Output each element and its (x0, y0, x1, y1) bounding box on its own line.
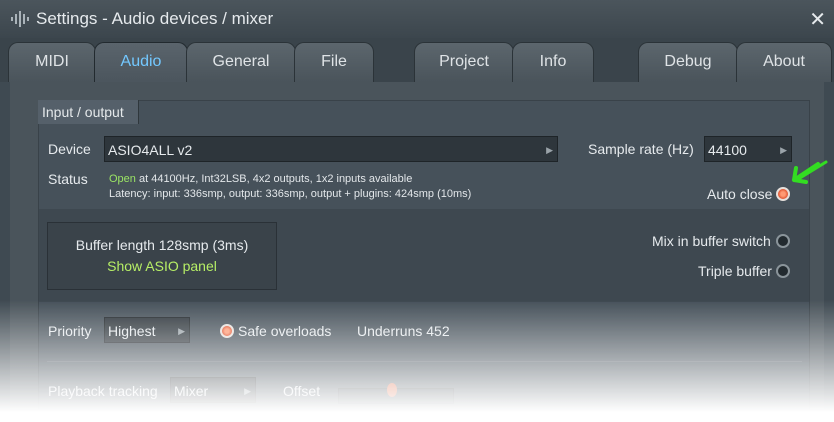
sample-rate-dropdown[interactable]: 44100 ▶ (704, 136, 792, 162)
dropdown-arrow-icon: ▶ (178, 326, 185, 336)
dropdown-arrow-icon: ▶ (546, 145, 553, 155)
tab-midi[interactable]: MIDI (8, 42, 96, 82)
safe-overloads-toggle[interactable] (220, 324, 234, 338)
settings-content: Input / output Device ASIO4ALL v2 ▶ Samp… (10, 82, 824, 422)
mix-in-buffer-switch-label: Mix in buffer switch (652, 233, 771, 249)
priority-value: Highest (108, 323, 156, 339)
offset-label: Offset (283, 383, 321, 399)
triple-buffer-label: Triple buffer (698, 263, 772, 279)
window-title: Settings - Audio devices / mixer (36, 9, 274, 28)
priority-label: Priority (48, 323, 92, 339)
safe-overloads-label: Safe overloads (238, 323, 332, 339)
status-line-1: Open at 44100Hz, Int32LSB, 4x2 outputs, … (109, 173, 412, 185)
status-details: at 44100Hz, Int32LSB, 4x2 outputs, 1x2 i… (135, 173, 413, 185)
sample-rate-label: Sample rate (Hz) (588, 141, 694, 157)
section-title: Input / output (38, 100, 139, 124)
tab-about[interactable]: About (736, 42, 832, 82)
close-icon[interactable]: ✕ (809, 7, 826, 32)
tab-strip: MIDI Audio General File Project Info Deb… (0, 38, 834, 83)
auto-close-label: Auto close (707, 186, 773, 202)
triple-buffer-toggle[interactable] (776, 264, 790, 278)
sample-rate-value: 44100 (708, 142, 747, 158)
status-label: Status (48, 171, 88, 187)
device-label: Device (48, 141, 91, 157)
underruns-text: Underruns 452 (357, 323, 450, 339)
dropdown-arrow-icon: ▶ (244, 386, 251, 396)
tab-project[interactable]: Project (414, 42, 514, 82)
mix-in-buffer-switch-toggle[interactable] (776, 234, 790, 248)
playback-tracking-value: Mixer (174, 383, 209, 399)
tab-file[interactable]: File (294, 42, 374, 82)
slider-handle[interactable] (387, 383, 397, 397)
playback-tracking-label: Playback tracking (48, 383, 158, 399)
tab-general[interactable]: General (186, 42, 296, 82)
tab-debug[interactable]: Debug (638, 42, 738, 82)
buffer-box: Buffer length 128smp (3ms) Show ASIO pan… (47, 222, 277, 290)
tab-info[interactable]: Info (512, 42, 594, 82)
show-asio-panel-button[interactable]: Show ASIO panel (48, 258, 276, 274)
annotation-arrow-icon (792, 160, 828, 184)
title-bar: Settings - Audio devices / mixer ✕ (0, 0, 834, 38)
device-dropdown[interactable]: ASIO4ALL v2 ▶ (104, 136, 558, 162)
tab-audio[interactable]: Audio (94, 42, 188, 83)
priority-dropdown[interactable]: Highest ▶ (104, 317, 190, 343)
device-value: ASIO4ALL v2 (108, 142, 193, 158)
offset-slider[interactable] (338, 383, 454, 404)
auto-close-toggle[interactable] (776, 187, 790, 201)
divider (47, 361, 802, 362)
status-open-text: Open (109, 173, 136, 185)
playback-tracking-dropdown[interactable]: Mixer ▶ (170, 377, 256, 403)
buffer-length-text: Buffer length 128smp (3ms) (75, 237, 249, 253)
dropdown-arrow-icon: ▶ (780, 145, 787, 155)
waveform-icon (11, 11, 29, 27)
status-latency: Latency: input: 336smp, output: 336smp, … (109, 188, 472, 200)
